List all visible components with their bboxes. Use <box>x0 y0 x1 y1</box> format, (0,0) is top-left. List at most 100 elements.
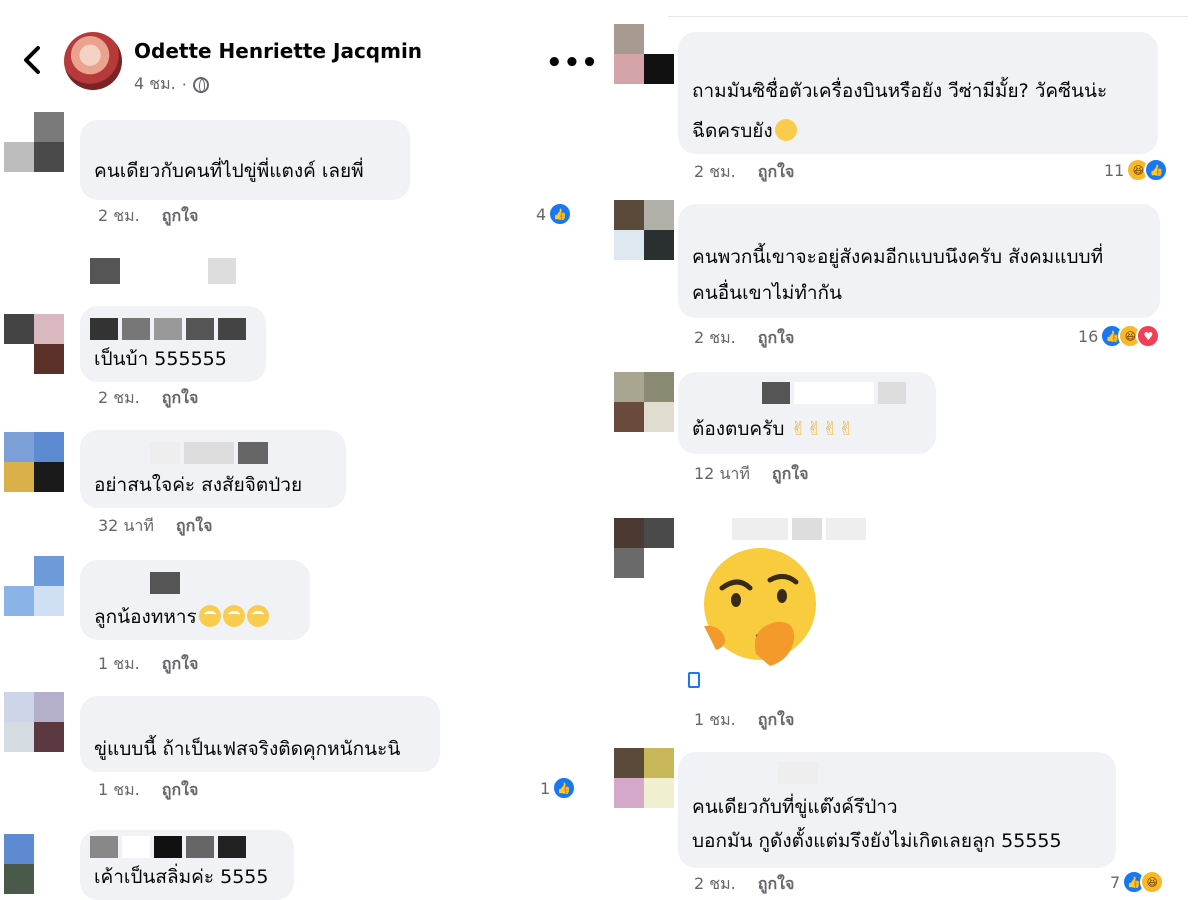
comment: คนเดียวกับคนที่ไปขู่พี่แตงค์ เลยพี่ 2 ชม… <box>0 108 598 238</box>
comment-meta: 1 ชม. ถูกใจ <box>98 778 198 803</box>
reaction-summary[interactable]: 16 👍 😆 ♥ <box>1078 324 1161 348</box>
victory-hand-icon: ✌ <box>822 418 839 440</box>
comment-text-line-1: คนเดียวกับที่ขู่แต๊งค์รึป่าว <box>692 796 898 818</box>
haha-reaction-icon: 😆 <box>1140 870 1165 894</box>
left-screenshot: Odette Henriette Jacqmin 4 ชม. · ••• คนเ… <box>0 0 598 900</box>
like-button[interactable]: ถูกใจ <box>162 388 199 407</box>
comment-meta: 12 นาที ถูกใจ <box>694 462 808 487</box>
avatar[interactable] <box>4 692 64 752</box>
more-options-button[interactable]: ••• <box>546 48 598 78</box>
avatar[interactable] <box>614 518 674 578</box>
avatar[interactable] <box>4 556 64 616</box>
like-button[interactable]: ถูกใจ <box>758 328 795 347</box>
avatar[interactable] <box>614 372 674 432</box>
profile-name[interactable]: Odette Henriette Jacqmin <box>134 39 422 63</box>
comment-meta: 2 ชม. ถูกใจ <box>694 160 794 185</box>
like-button[interactable]: ถูกใจ <box>758 162 795 181</box>
comment-meta: 2 ชม. ถูกใจ <box>98 204 198 229</box>
comment-time: 1 ชม. <box>694 710 736 729</box>
avatar[interactable] <box>4 834 64 894</box>
like-button[interactable]: ถูกใจ <box>772 464 809 483</box>
comment-bubble: คนเดียวกับที่ขู่แต๊งค์รึป่าว บอกมัน กูดั… <box>678 752 1116 868</box>
comment-text-content: ฉีดครบยัง <box>692 120 773 142</box>
comment-time: 1 ชม. <box>98 780 140 799</box>
reaction-summary[interactable]: 7 👍 😆 <box>1110 870 1165 894</box>
top-divider-line <box>668 16 1188 17</box>
comment-bubble: ต้องตบครับ ✌✌✌✌ <box>678 372 936 454</box>
comment: ถามมันซิชื่อตัวเครื่องบินหรือยัง วีซ่ามี… <box>602 24 1200 194</box>
rolling-eyes-emoji <box>222 605 245 627</box>
comment-bubble: ลูกน้องทหาร <box>80 560 310 640</box>
sticker-badge-icon <box>688 672 700 688</box>
comment-text: ขู่แบบนี้ ถ้าเป็นเฟสจริงติดคุกหนักนะนิ <box>94 738 401 760</box>
comment-text: เค้าเป็นสลิ่มค่ะ 5555 <box>94 866 269 888</box>
like-button[interactable]: ถูกใจ <box>758 874 795 893</box>
comment-time: 2 ชม. <box>694 874 736 893</box>
comment-meta: 1 ชม. ถูกใจ <box>98 652 198 677</box>
comment: คนเดียวกับที่ขู่แต๊งค์รึป่าว บอกมัน กูดั… <box>602 744 1200 900</box>
avatar[interactable] <box>4 432 64 492</box>
comment-time: 2 ชม. <box>98 388 140 407</box>
post-time: 4 ชม. <box>134 74 176 93</box>
comment-bubble: ถามมันซิชื่อตัวเครื่องบินหรือยัง วีซ่ามี… <box>678 32 1158 154</box>
comment-bubble: คนพวกนี้เขาจะอยู่สังคมอีกแบบนึงครับ สังค… <box>678 204 1160 318</box>
comment-bubble: คนเดียวกับคนที่ไปขู่พี่แตงค์ เลยพี่ <box>80 120 410 200</box>
right-screenshot: ถามมันซิชื่อตัวเครื่องบินหรือยัง วีซ่ามี… <box>602 0 1200 900</box>
thinking-face-sticker <box>704 548 816 666</box>
reaction-count: 7 <box>1110 872 1121 892</box>
comment-bubble: เค้าเป็นสลิ่มค่ะ 5555 <box>80 830 294 900</box>
comment-text-content: ต้องตบครับ <box>692 418 785 440</box>
comment: ขู่แบบนี้ ถ้าเป็นเฟสจริงติดคุกหนักนะนิ 1… <box>0 686 598 816</box>
avatar[interactable] <box>614 748 674 808</box>
blurred-name <box>150 572 180 596</box>
comment-text: ลูกน้องทหาร <box>94 602 269 632</box>
blurred-name <box>732 518 866 542</box>
reaction-summary[interactable]: 4 👍 <box>536 202 573 226</box>
victory-hand-icon: ✌ <box>838 418 855 440</box>
avatar[interactable] <box>4 314 64 374</box>
like-reaction-icon: 👍 <box>552 776 577 800</box>
comment-text-line-2: ฉีดครบยัง <box>692 116 797 146</box>
avatar[interactable] <box>614 200 674 260</box>
victory-hand-icon: ✌ <box>790 418 807 440</box>
comment-text-line-1: คนพวกนี้เขาจะอยู่สังคมอีกแบบนึงครับ สังค… <box>692 246 1104 268</box>
comment: เค้าเป็นสลิ่มค่ะ 5555 <box>0 830 598 900</box>
like-button[interactable]: ถูกใจ <box>162 206 199 225</box>
separator-dot: · <box>181 75 187 94</box>
comment-time: 32 นาที <box>98 516 154 535</box>
comment-meta: 1 ชม. ถูกใจ <box>694 708 794 733</box>
reaction-count: 11 <box>1104 160 1125 180</box>
like-button[interactable]: ถูกใจ <box>162 654 199 673</box>
comment-time: 12 นาที <box>694 464 750 483</box>
comment-meta: 2 ชม. ถูกใจ <box>694 872 794 897</box>
comment-bubble: อย่าสนใจค่ะ สงสัยจิตป่วย <box>80 430 346 508</box>
love-reaction-icon: ♥ <box>1136 324 1161 348</box>
reaction-count: 1 <box>540 778 551 798</box>
reaction-count: 4 <box>536 204 547 224</box>
like-reaction-icon: 👍 <box>1144 158 1169 182</box>
blurred-name <box>778 762 818 786</box>
comment-text: อย่าสนใจค่ะ สงสัยจิตป่วย <box>94 474 303 496</box>
comment-time: 2 ชม. <box>694 162 736 181</box>
globe-icon <box>192 76 209 93</box>
comment-bubble: เป็นบ้า 555555 <box>80 306 266 382</box>
comment: คนพวกนี้เขาจะอยู่สังคมอีกแบบนึงครับ สังค… <box>602 196 1200 356</box>
comment-text-line-2: บอกมัน กูดังตั้งแต่มรึงยังไม่เกิดเลยลูก … <box>692 830 1062 852</box>
reaction-summary[interactable]: 1 👍 <box>540 776 577 800</box>
like-button[interactable]: ถูกใจ <box>162 780 199 799</box>
victory-hand-icon: ✌ <box>806 418 823 440</box>
like-button[interactable]: ถูกใจ <box>176 516 213 535</box>
avatar[interactable] <box>4 112 64 172</box>
blurred-name <box>150 442 268 466</box>
avatar[interactable] <box>614 24 674 84</box>
comment: อย่าสนใจค่ะ สงสัยจิตป่วย 32 นาที ถูกใจ <box>0 424 598 544</box>
comment-time: 2 ชม. <box>694 328 736 347</box>
post-meta: 4 ชม. · <box>134 72 209 97</box>
reaction-summary[interactable]: 11 😆 👍 <box>1104 158 1169 182</box>
comment-text: ต้องตบครับ ✌✌✌✌ <box>692 414 854 444</box>
like-button[interactable]: ถูกใจ <box>758 710 795 729</box>
comment-text-content: ลูกน้องทหาร <box>94 606 197 628</box>
chevron-left-icon[interactable] <box>18 44 46 76</box>
comment-text-line-2: คนอื่นเขาไม่ทำกัน <box>692 282 843 304</box>
profile-avatar[interactable] <box>64 32 122 90</box>
